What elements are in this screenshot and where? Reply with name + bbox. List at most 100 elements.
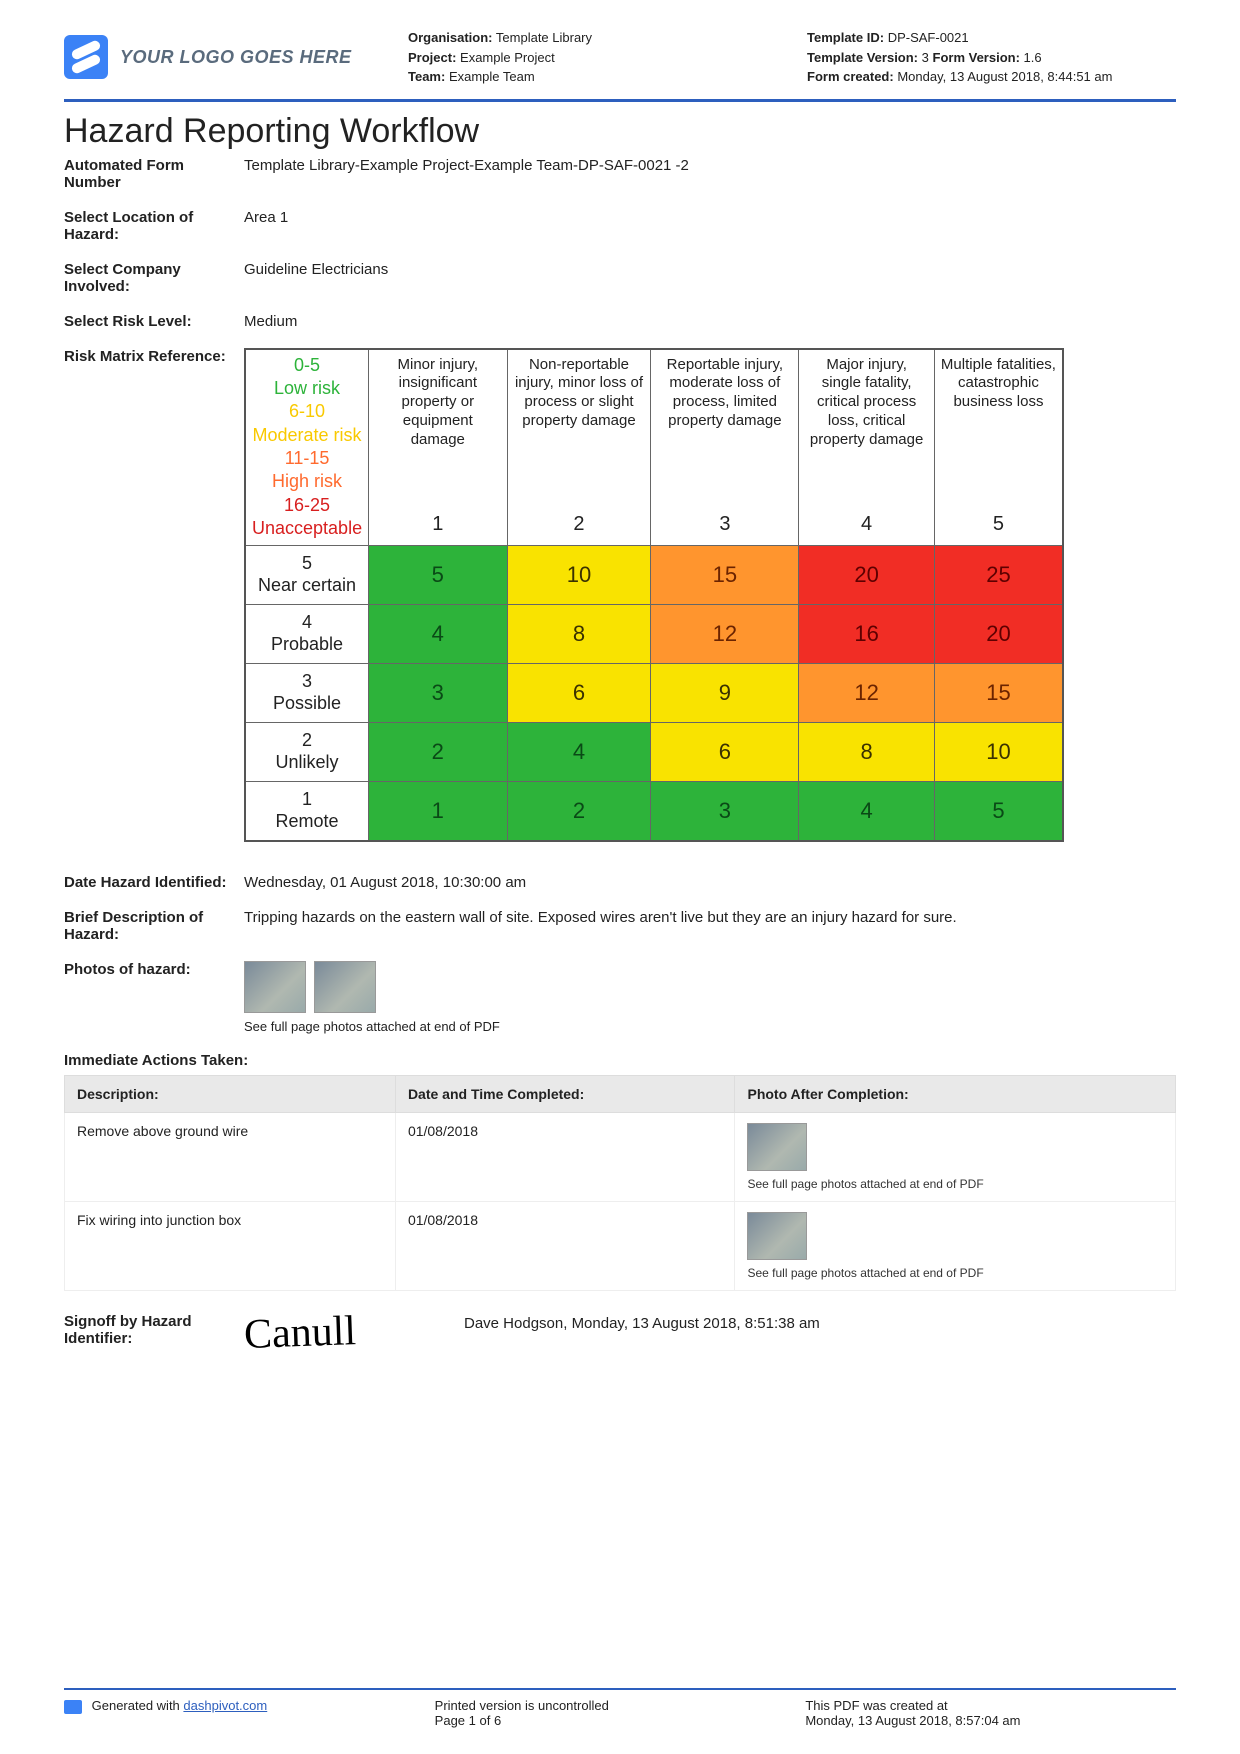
- photo-thumbnail: [747, 1212, 807, 1260]
- action-description: Fix wiring into junction box: [65, 1201, 396, 1290]
- actions-table: Description:Date and Time Completed:Phot…: [64, 1075, 1176, 1291]
- uncontrolled-note: Printed version is uncontrolled: [435, 1698, 806, 1713]
- actions-heading: Immediate Actions Taken:: [64, 1052, 1176, 1069]
- severity-header: Reportable injury, moderate loss of proc…: [651, 349, 799, 546]
- photo-thumbnail: [747, 1123, 807, 1171]
- form-number-value: Template Library-Example Project-Example…: [244, 157, 1176, 191]
- logo-text: YOUR LOGO GOES HERE: [120, 47, 352, 68]
- matrix-cell: 20: [799, 545, 935, 604]
- document-header: YOUR LOGO GOES HERE Organisation: Templa…: [64, 28, 1176, 102]
- likelihood-label: 5Near certain: [245, 545, 369, 604]
- date-hazard-label: Date Hazard Identified:: [64, 874, 244, 891]
- matrix-cell: 5: [369, 545, 507, 604]
- location-label: Select Location of Hazard:: [64, 209, 244, 243]
- date-hazard-value: Wednesday, 01 August 2018, 10:30:00 am: [244, 874, 1176, 891]
- actions-col-header: Photo After Completion:: [735, 1075, 1176, 1112]
- action-photo-note: See full page photos attached at end of …: [747, 1266, 1163, 1280]
- action-photo-note: See full page photos attached at end of …: [747, 1177, 1163, 1191]
- likelihood-label: 3Possible: [245, 663, 369, 722]
- form-created-label: Form created:: [807, 69, 894, 84]
- action-photo-cell: See full page photos attached at end of …: [735, 1112, 1176, 1201]
- header-meta: Organisation: Template Library Project: …: [408, 28, 1176, 87]
- action-description: Remove above ground wire: [65, 1112, 396, 1201]
- action-date: 01/08/2018: [395, 1201, 735, 1290]
- matrix-cell: 8: [507, 604, 651, 663]
- company-value: Guideline Electricians: [244, 261, 1176, 295]
- description-value: Tripping hazards on the eastern wall of …: [244, 909, 1176, 943]
- photos-label: Photos of hazard:: [64, 961, 244, 1034]
- signature-image: Canull: [243, 1307, 357, 1359]
- actions-col-header: Date and Time Completed:: [395, 1075, 735, 1112]
- location-value: Area 1: [244, 209, 1176, 243]
- template-id-value: DP-SAF-0021: [888, 30, 969, 45]
- severity-header: Major injury, single fatality, critical …: [799, 349, 935, 546]
- matrix-cell: 4: [799, 781, 935, 841]
- action-photo-cell: See full page photos attached at end of …: [735, 1201, 1176, 1290]
- document-footer: Generated with dashpivot.com Printed ver…: [64, 1688, 1176, 1728]
- template-ver-value: 3: [922, 50, 929, 65]
- likelihood-label: 1Remote: [245, 781, 369, 841]
- form-created-value: Monday, 13 August 2018, 8:44:51 am: [897, 69, 1112, 84]
- matrix-cell: 2: [507, 781, 651, 841]
- pdf-created-value: Monday, 13 August 2018, 8:57:04 am: [805, 1713, 1176, 1728]
- matrix-cell: 1: [369, 781, 507, 841]
- matrix-cell: 10: [507, 545, 651, 604]
- matrix-cell: 25: [934, 545, 1063, 604]
- meta-col-1: Organisation: Template Library Project: …: [408, 28, 777, 87]
- risk-level-value: Medium: [244, 313, 1176, 330]
- likelihood-label: 2Unlikely: [245, 722, 369, 781]
- company-label: Select Company Involved:: [64, 261, 244, 295]
- hazard-photos: [244, 961, 1176, 1013]
- page-title: Hazard Reporting Workflow: [64, 112, 1176, 151]
- page-number: Page 1 of 6: [435, 1713, 806, 1728]
- description-label: Brief Description of Hazard:: [64, 909, 244, 943]
- logo-block: YOUR LOGO GOES HERE: [64, 28, 384, 87]
- matrix-cell: 5: [934, 781, 1063, 841]
- matrix-cell: 8: [799, 722, 935, 781]
- generated-prefix: Generated with: [92, 1698, 184, 1713]
- dashpivot-icon: [64, 1700, 82, 1714]
- photos-note: See full page photos attached at end of …: [244, 1019, 1176, 1034]
- team-value: Example Team: [449, 69, 535, 84]
- matrix-cell: 6: [507, 663, 651, 722]
- template-id-label: Template ID:: [807, 30, 884, 45]
- matrix-cell: 3: [651, 781, 799, 841]
- photo-thumbnail: [314, 961, 376, 1013]
- matrix-cell: 15: [934, 663, 1063, 722]
- org-label: Organisation:: [408, 30, 493, 45]
- pdf-created-label: This PDF was created at: [805, 1698, 1176, 1713]
- action-date: 01/08/2018: [395, 1112, 735, 1201]
- form-number-label: Automated Form Number: [64, 157, 244, 191]
- matrix-label: Risk Matrix Reference:: [64, 348, 244, 842]
- photo-thumbnail: [244, 961, 306, 1013]
- matrix-cell: 4: [369, 604, 507, 663]
- project-label: Project:: [408, 50, 456, 65]
- severity-header: Minor injury, insignificant property or …: [369, 349, 507, 546]
- matrix-cell: 4: [507, 722, 651, 781]
- org-value: Template Library: [496, 30, 592, 45]
- severity-header: Multiple fatalities, catastrophic busine…: [934, 349, 1063, 546]
- signoff-label: Signoff by Hazard Identifier:: [64, 1313, 244, 1357]
- severity-header: Non-reportable injury, minor loss of pro…: [507, 349, 651, 546]
- matrix-cell: 20: [934, 604, 1063, 663]
- form-ver-value: 1.6: [1024, 50, 1042, 65]
- dashpivot-link[interactable]: dashpivot.com: [183, 1698, 267, 1713]
- meta-col-2: Template ID: DP-SAF-0021 Template Versio…: [807, 28, 1176, 87]
- matrix-cell: 6: [651, 722, 799, 781]
- matrix-cell: 2: [369, 722, 507, 781]
- form-ver-label: Form Version:: [933, 50, 1020, 65]
- project-value: Example Project: [460, 50, 555, 65]
- matrix-cell: 9: [651, 663, 799, 722]
- risk-level-label: Select Risk Level:: [64, 313, 244, 330]
- logo-icon: [64, 35, 108, 79]
- team-label: Team:: [408, 69, 445, 84]
- matrix-cell: 3: [369, 663, 507, 722]
- matrix-legend: 0-5Low risk6-10Moderate risk11-15High ri…: [245, 349, 369, 546]
- matrix-cell: 10: [934, 722, 1063, 781]
- likelihood-label: 4Probable: [245, 604, 369, 663]
- matrix-cell: 16: [799, 604, 935, 663]
- matrix-cell: 15: [651, 545, 799, 604]
- risk-matrix-table: 0-5Low risk6-10Moderate risk11-15High ri…: [244, 348, 1064, 842]
- template-ver-label: Template Version:: [807, 50, 918, 65]
- matrix-cell: 12: [799, 663, 935, 722]
